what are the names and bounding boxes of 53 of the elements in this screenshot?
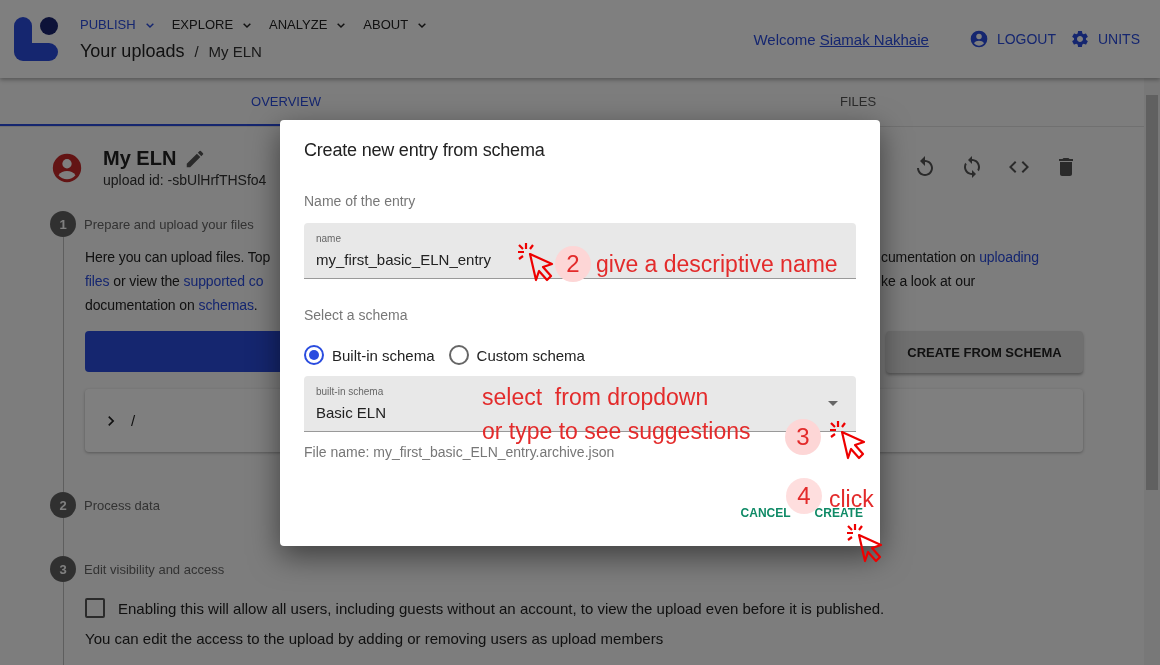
text-link[interactable]: supported co	[183, 273, 264, 289]
cancel-button[interactable]: CANCEL	[740, 502, 791, 524]
step-number: 1	[50, 211, 76, 237]
click-cursor-icon	[845, 523, 885, 563]
user-avatar-icon	[50, 151, 84, 185]
access-note: You can edit the access to the upload by adding or removing users as upload members	[85, 630, 665, 647]
breadcrumb-separator: /	[194, 42, 199, 60]
click-cursor-icon	[828, 420, 868, 460]
step-number: 3	[50, 556, 76, 582]
text-link[interactable]: uploading	[979, 249, 1039, 265]
intro-text: ke a look at our	[880, 272, 977, 291]
dialog-title: Create new entry from schema	[304, 140, 546, 161]
click-cursor-icon	[516, 242, 556, 282]
intro-text: Here you can upload files. Top	[85, 248, 271, 267]
folder-path: /	[131, 412, 136, 429]
text-link[interactable]: files	[85, 273, 110, 289]
tab[interactable]: FILES	[572, 78, 1144, 126]
intro-text: documentation on schemas.	[85, 296, 259, 315]
annotation-text: select from dropdown	[482, 383, 710, 412]
breadcrumb-current: My ELN	[208, 42, 262, 60]
upload-title: My ELN	[103, 147, 177, 170]
section-label: Select a schema	[304, 307, 409, 323]
radio-option[interactable]: Custom schema	[448, 345, 585, 365]
dropdown-arrow-icon[interactable]	[828, 401, 838, 406]
step-number: 2	[50, 492, 76, 518]
scrollbar[interactable]	[1144, 78, 1160, 665]
user-link[interactable]: Siamak Nakhaie	[819, 30, 929, 48]
nav-menu[interactable]: PUBLISH	[80, 16, 158, 33]
checkbox-label: Enabling this will allow all users, including guests without an account, to view the upload even before it is published.	[118, 599, 885, 617]
text-link[interactable]: schemas	[198, 297, 254, 313]
step-label: Edit visibility and access	[84, 561, 225, 577]
step-label: Process data	[84, 497, 160, 513]
intro-text: files or view the supported co	[85, 272, 265, 291]
units-button[interactable]: UNITS	[1070, 29, 1140, 49]
breadcrumb-link[interactable]: Your uploads	[80, 40, 185, 62]
scrollbar-thumb[interactable]	[1146, 95, 1158, 490]
nav-menu[interactable]: ANALYZE	[269, 16, 350, 33]
nav-menu[interactable]: EXPLORE	[171, 16, 256, 33]
logo-icon[interactable]	[14, 17, 58, 61]
logout-button[interactable]: LOGOUT	[968, 29, 1056, 49]
checkbox[interactable]	[85, 598, 105, 618]
radio-option[interactable]: Built-in schema	[304, 345, 435, 365]
account-icon[interactable]	[968, 29, 989, 49]
annotation-text: give a descriptive name	[596, 250, 838, 279]
section-label: Name of the entry	[304, 193, 417, 209]
nav-menu[interactable]: ABOUT	[363, 16, 431, 33]
create-from-schema-button[interactable]: CREATE FROM SCHEMA	[886, 331, 1083, 373]
file-name-hint: File name: my_first_basic_ELN_entry.archive.json	[304, 444, 616, 460]
intro-text: cumentation on uploading	[880, 248, 1040, 267]
welcome-text: Welcome	[753, 30, 816, 48]
upload-id: upload id: -sbUlHrfTHSfo4	[103, 172, 267, 188]
step-label: Prepare and upload your files	[84, 216, 254, 232]
settings-icon[interactable]	[1070, 29, 1090, 49]
